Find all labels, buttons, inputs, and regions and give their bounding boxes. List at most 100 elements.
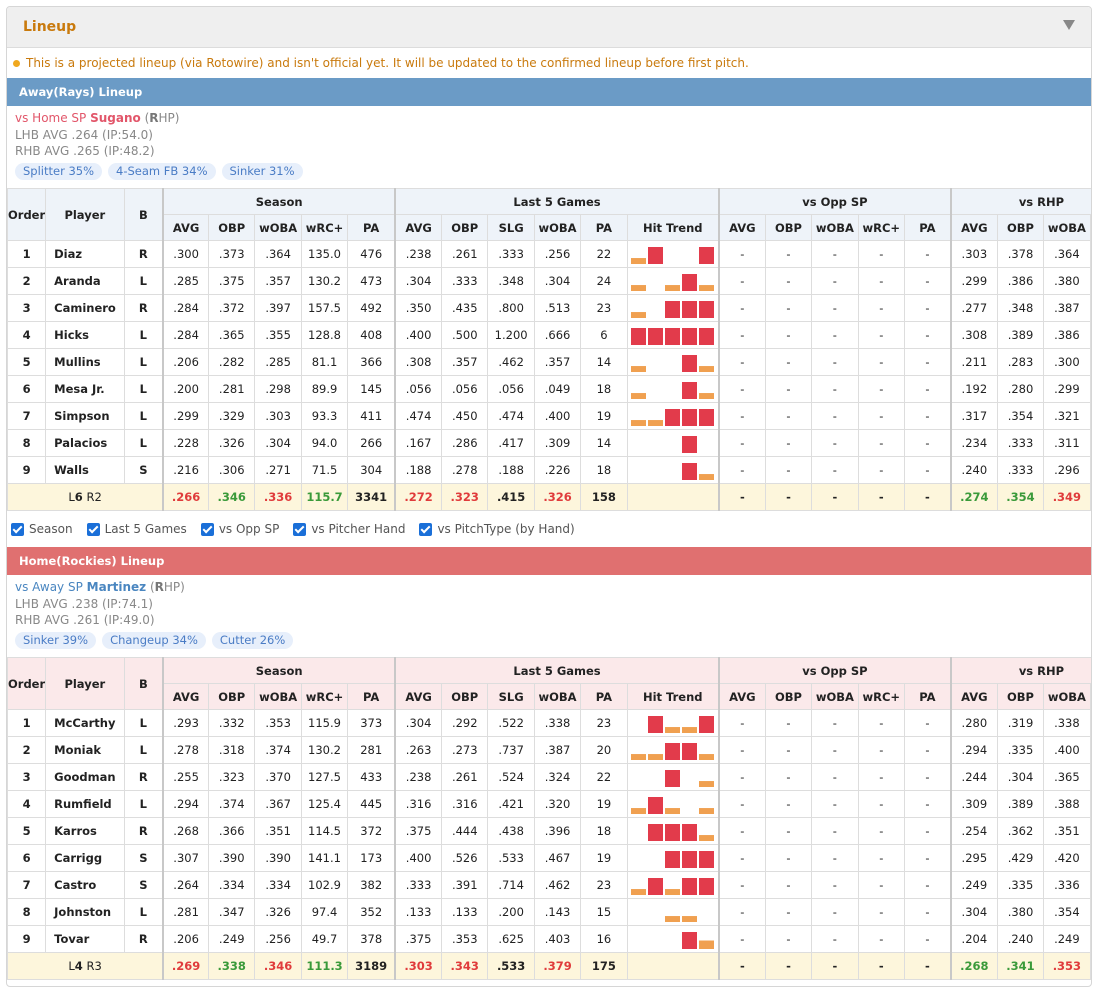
- last5-stat-cell: .304: [394, 267, 443, 295]
- col-season-stat[interactable]: PA: [347, 214, 396, 241]
- col-opp-stat[interactable]: OBP: [764, 214, 813, 241]
- col-opp-stat[interactable]: PA: [903, 214, 952, 241]
- col-hand-stat[interactable]: AVG: [949, 683, 998, 710]
- sp-name-link[interactable]: Sugano: [90, 111, 141, 125]
- player-name[interactable]: Diaz: [45, 240, 125, 268]
- col-season-stat[interactable]: AVG: [162, 214, 210, 241]
- col-last5-stat[interactable]: AVG: [394, 683, 443, 710]
- pitch-type-tag[interactable]: Sinker 39%: [15, 631, 97, 649]
- col-opp-stat[interactable]: AVG: [717, 683, 766, 710]
- col-season-stat[interactable]: wRC+: [300, 214, 349, 241]
- checkbox-checked-icon[interactable]: [419, 522, 433, 536]
- col-last5-stat[interactable]: OBP: [441, 683, 489, 710]
- player-name[interactable]: Palacios: [45, 429, 125, 457]
- filter-last5[interactable]: Last 5 Games: [86, 522, 187, 536]
- col-bat[interactable]: B: [123, 188, 164, 241]
- player-name[interactable]: Caminero: [45, 294, 125, 322]
- hand-stat-cell: .295: [949, 844, 998, 872]
- col-opp-stat[interactable]: OBP: [764, 683, 813, 710]
- col-last5-stat[interactable]: wOBA: [533, 214, 582, 241]
- player-name[interactable]: Tovar: [45, 925, 125, 953]
- pitch-type-tag[interactable]: Changeup 34%: [102, 631, 206, 649]
- player-name[interactable]: Karros: [45, 817, 125, 845]
- col-season-stat[interactable]: wOBA: [254, 214, 302, 241]
- team-lineup-bar[interactable]: Away(Rays) Lineup: [7, 78, 1091, 106]
- col-opp-stat[interactable]: PA: [903, 683, 952, 710]
- bats-hand: S: [123, 844, 164, 872]
- col-player[interactable]: Player: [45, 188, 125, 241]
- col-last5-stat[interactable]: SLG: [487, 214, 535, 241]
- pitch-type-tag[interactable]: 4-Seam FB 34%: [108, 162, 216, 180]
- col-opp-stat[interactable]: wOBA: [811, 683, 859, 710]
- pitch-type-tag[interactable]: Sinker 31%: [221, 162, 303, 180]
- col-hand-stat[interactable]: wOBA: [1043, 214, 1091, 241]
- hand-stat-cell: .240: [996, 925, 1045, 953]
- col-player[interactable]: Player: [45, 657, 125, 710]
- col-last5-stat[interactable]: Hit Trend: [626, 683, 720, 710]
- player-name[interactable]: Walls: [45, 456, 125, 484]
- team-lineup-bar[interactable]: Home(Rockies) Lineup: [7, 547, 1091, 575]
- filter-vs-pitcher-hand[interactable]: vs Pitcher Hand: [293, 522, 405, 536]
- col-season-stat[interactable]: PA: [347, 683, 396, 710]
- col-bat[interactable]: B: [123, 657, 164, 710]
- col-hand-stat[interactable]: wRC+: [1089, 214, 1091, 241]
- col-season-stat[interactable]: wOBA: [254, 683, 302, 710]
- col-season-stat[interactable]: AVG: [162, 683, 210, 710]
- player-name[interactable]: Castro: [45, 871, 125, 899]
- col-last5-stat[interactable]: AVG: [394, 214, 443, 241]
- col-hand-stat[interactable]: OBP: [996, 214, 1045, 241]
- hit-trend-bar: [681, 932, 697, 949]
- checkbox-checked-icon[interactable]: [86, 522, 100, 536]
- filter-vs-pitchtype[interactable]: vs PitchType (by Hand): [419, 522, 575, 536]
- last5-stat-cell: .533: [487, 844, 535, 872]
- last5-stat-cell: .333: [487, 240, 535, 268]
- season-stat-cell: 125.4: [300, 790, 349, 818]
- col-season-stat[interactable]: OBP: [208, 683, 256, 710]
- col-last5-stat[interactable]: Hit Trend: [626, 214, 720, 241]
- player-name[interactable]: Hicks: [45, 321, 125, 349]
- player-name[interactable]: Simpson: [45, 402, 125, 430]
- player-name[interactable]: Mesa Jr.: [45, 375, 125, 403]
- filter-season[interactable]: Season: [11, 522, 73, 536]
- panel-header[interactable]: Lineup: [7, 7, 1091, 48]
- col-season-stat[interactable]: wRC+: [300, 683, 349, 710]
- hand-stat-cell: .254: [949, 817, 998, 845]
- col-order[interactable]: Order: [7, 188, 47, 241]
- hand-stat-cell: .386: [1043, 321, 1091, 349]
- filter-vs-opp-sp[interactable]: vs Opp SP: [200, 522, 279, 536]
- col-opp-stat[interactable]: AVG: [717, 214, 766, 241]
- col-opp-stat[interactable]: wOBA: [811, 214, 859, 241]
- player-name[interactable]: Rumfield: [45, 790, 125, 818]
- col-last5-stat[interactable]: PA: [580, 214, 628, 241]
- col-opp-stat[interactable]: wRC+: [857, 683, 905, 710]
- player-name[interactable]: Goodman: [45, 763, 125, 791]
- col-last5-stat[interactable]: OBP: [441, 214, 489, 241]
- col-hand-stat[interactable]: AVG: [949, 214, 998, 241]
- col-last5-stat[interactable]: SLG: [487, 683, 535, 710]
- player-name[interactable]: Johnston: [45, 898, 125, 926]
- collapse-triangle-icon[interactable]: [1063, 20, 1075, 30]
- col-last5-stat[interactable]: wOBA: [533, 683, 582, 710]
- hit-trend-bar: [681, 851, 697, 868]
- sp-name-link[interactable]: Martinez: [87, 580, 146, 594]
- col-hand-stat[interactable]: wRC+: [1089, 683, 1091, 710]
- col-hand-stat[interactable]: wOBA: [1043, 683, 1091, 710]
- col-opp-stat[interactable]: wRC+: [857, 214, 905, 241]
- player-name[interactable]: Aranda: [45, 267, 125, 295]
- checkbox-checked-icon[interactable]: [293, 522, 307, 536]
- pitch-type-tag[interactable]: Cutter 26%: [211, 631, 294, 649]
- hit-trend-bar: [681, 301, 697, 318]
- opp-stat-cell: -: [717, 294, 766, 322]
- player-name[interactable]: Carrigg: [45, 844, 125, 872]
- col-hand-stat[interactable]: OBP: [996, 683, 1045, 710]
- player-name[interactable]: Mullins: [45, 348, 125, 376]
- col-last5-stat[interactable]: PA: [580, 683, 628, 710]
- player-name[interactable]: McCarthy: [45, 709, 125, 737]
- pitch-type-tag[interactable]: Splitter 35%: [15, 162, 103, 180]
- player-name[interactable]: Moniak: [45, 736, 125, 764]
- batting-order: 2: [7, 267, 47, 295]
- col-order[interactable]: Order: [7, 657, 47, 710]
- checkbox-checked-icon[interactable]: [200, 522, 214, 536]
- checkbox-checked-icon[interactable]: [11, 522, 24, 536]
- col-season-stat[interactable]: OBP: [208, 214, 256, 241]
